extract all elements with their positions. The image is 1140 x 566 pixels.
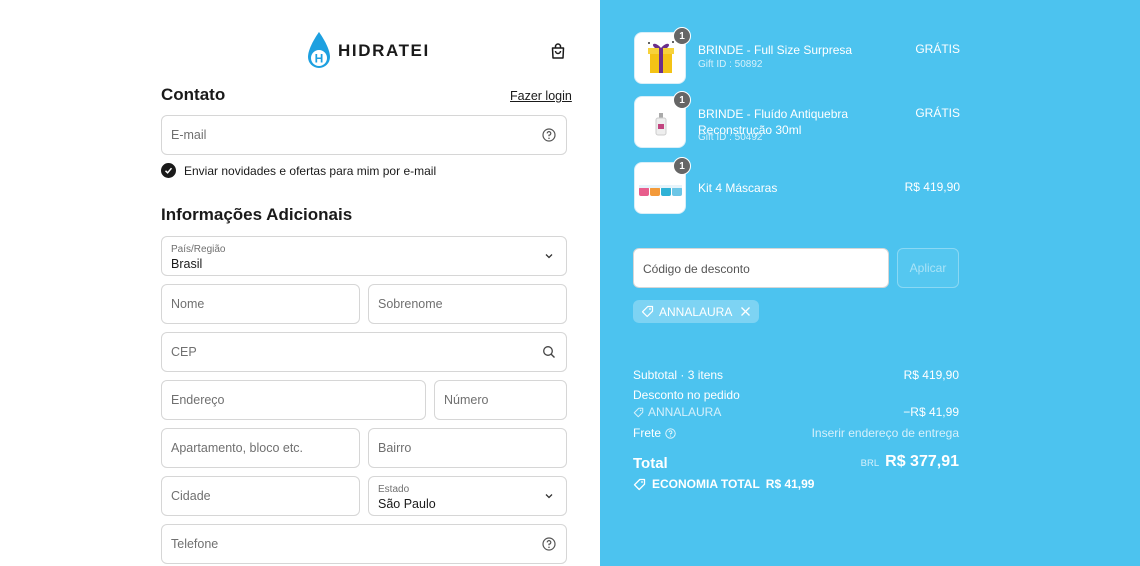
shipping-value: Inserir endereço de entrega xyxy=(811,426,959,440)
apartment-field[interactable]: Apartamento, bloco etc. xyxy=(161,428,360,468)
apply-discount-button[interactable]: Aplicar xyxy=(897,248,959,288)
cep-field[interactable]: CEP xyxy=(161,332,567,372)
item-name: Kit 4 Máscaras xyxy=(698,181,778,195)
city-placeholder: Cidade xyxy=(171,489,211,503)
quantity-badge: 1 xyxy=(673,157,691,175)
phone-placeholder: Telefone xyxy=(171,537,219,551)
discount-code-placeholder: Código de desconto xyxy=(643,262,750,276)
tag-icon xyxy=(633,407,644,417)
neighborhood-placeholder: Bairro xyxy=(378,441,412,455)
item-price: GRÁTIS xyxy=(915,42,960,56)
last-name-field[interactable]: Sobrenome xyxy=(368,284,567,324)
newsletter-option[interactable]: Enviar novidades e ofertas para mim por … xyxy=(161,163,436,178)
gift-id: Gift ID : 50892 xyxy=(698,59,763,70)
total-savings: ECONOMIA TOTAL R$ 41,99 xyxy=(633,477,814,491)
product-thumbnail: 1 xyxy=(634,27,691,84)
quantity-badge: 1 xyxy=(673,27,691,45)
contact-heading: Contato xyxy=(161,85,226,104)
city-field[interactable]: Cidade xyxy=(161,476,360,516)
order-discount-code-text: ANNALAURA xyxy=(648,405,722,419)
discount-code-input[interactable]: Código de desconto xyxy=(633,248,889,288)
savings-value: R$ 41,99 xyxy=(765,477,815,491)
total-value: R$ 377,91 xyxy=(885,453,959,470)
cart-item: 1 BRINDE - Fluído Antiquebra Reconstruçã… xyxy=(634,91,960,148)
help-circle-icon[interactable] xyxy=(665,427,676,439)
order-discount-value: −R$ 41,99 xyxy=(903,405,959,419)
search-icon[interactable] xyxy=(542,345,556,359)
logo-letter: H xyxy=(315,52,324,66)
applied-coupon-chip: ANNALAURA xyxy=(633,300,760,323)
savings-label: ECONOMIA TOTAL xyxy=(652,477,760,491)
last-name-placeholder: Sobrenome xyxy=(378,297,443,311)
chevron-down-icon xyxy=(545,254,553,259)
shipping-label-group: Frete xyxy=(633,426,676,440)
tag-icon xyxy=(641,305,654,318)
shipping-label: Frete xyxy=(633,426,662,440)
number-field[interactable]: Número xyxy=(434,380,567,420)
login-link[interactable]: Fazer login xyxy=(510,89,572,103)
water-drop-logo-icon: H xyxy=(308,32,330,68)
country-select[interactable]: País/Região Brasil xyxy=(161,236,567,276)
quantity-badge: 1 xyxy=(673,91,691,109)
cep-placeholder: CEP xyxy=(171,345,197,359)
neighborhood-field[interactable]: Bairro xyxy=(368,428,567,468)
total-currency: BRL xyxy=(860,458,880,469)
tag-icon xyxy=(633,478,646,490)
product-thumbnail: 1 xyxy=(634,91,691,148)
phone-field[interactable]: Telefone xyxy=(161,524,567,564)
email-placeholder: E-mail xyxy=(171,128,207,142)
newsletter-checkbox[interactable] xyxy=(161,163,176,178)
brand-name: HIDRATEI xyxy=(338,41,430,60)
help-circle-icon[interactable] xyxy=(542,537,556,551)
email-field[interactable]: E-mail xyxy=(161,115,567,155)
state-select[interactable]: Estado São Paulo xyxy=(368,476,567,516)
cart-item: 1 Kit 4 Máscaras R$ 419,90 xyxy=(634,157,960,214)
total-label: Total xyxy=(633,455,668,472)
additional-info-heading: Informações Adicionais xyxy=(161,205,353,224)
address-field[interactable]: Endereço xyxy=(161,380,426,420)
order-discount-row: Desconto no pedido xyxy=(633,388,959,402)
address-placeholder: Endereço xyxy=(171,393,225,407)
number-placeholder: Número xyxy=(444,393,489,407)
country-value: Brasil xyxy=(171,257,203,271)
first-name-field[interactable]: Nome xyxy=(161,284,360,324)
brand-logo[interactable]: H HIDRATEI xyxy=(306,30,430,72)
checkout-form-panel: H HIDRATEI Contato Fazer login E-mail En… xyxy=(0,0,600,566)
checkmark-icon xyxy=(164,167,173,174)
newsletter-label: Enviar novidades e ofertas para mim por … xyxy=(184,163,437,178)
coupon-code: ANNALAURA xyxy=(659,304,733,319)
country-label: País/Região xyxy=(171,244,226,255)
item-price: GRÁTIS xyxy=(915,106,960,120)
order-discount-label: Desconto no pedido xyxy=(633,388,740,402)
item-price: R$ 419,90 xyxy=(904,180,960,194)
subtotal-row: Subtotal · 3 itens R$ 419,90 xyxy=(633,368,959,382)
subtotal-value: R$ 419,90 xyxy=(903,368,959,382)
total-value-group: BRL R$ 377,91 xyxy=(861,453,959,471)
gift-id: Gift ID : 50492 xyxy=(698,132,763,143)
first-name-placeholder: Nome xyxy=(171,297,205,311)
order-discount-code-row: ANNALAURA −R$ 41,99 xyxy=(633,405,959,421)
product-thumbnail: 1 xyxy=(634,157,691,214)
chevron-down-icon xyxy=(545,494,553,499)
apartment-placeholder: Apartamento, bloco etc. xyxy=(171,441,304,455)
item-name: BRINDE - Full Size Surpresa xyxy=(698,43,853,57)
shipping-row: Frete Inserir endereço de entrega xyxy=(633,426,959,440)
close-icon[interactable] xyxy=(740,306,751,317)
state-label: Estado xyxy=(378,484,410,495)
state-value: São Paulo xyxy=(378,497,436,511)
help-circle-icon[interactable] xyxy=(542,128,556,142)
order-discount-code: ANNALAURA xyxy=(633,405,721,419)
cart-item: 1 BRINDE - Full Size Surpresa Gift ID : … xyxy=(634,27,960,84)
subtotal-label: Subtotal · 3 itens xyxy=(633,368,724,382)
shopping-bag-icon[interactable] xyxy=(549,42,567,60)
